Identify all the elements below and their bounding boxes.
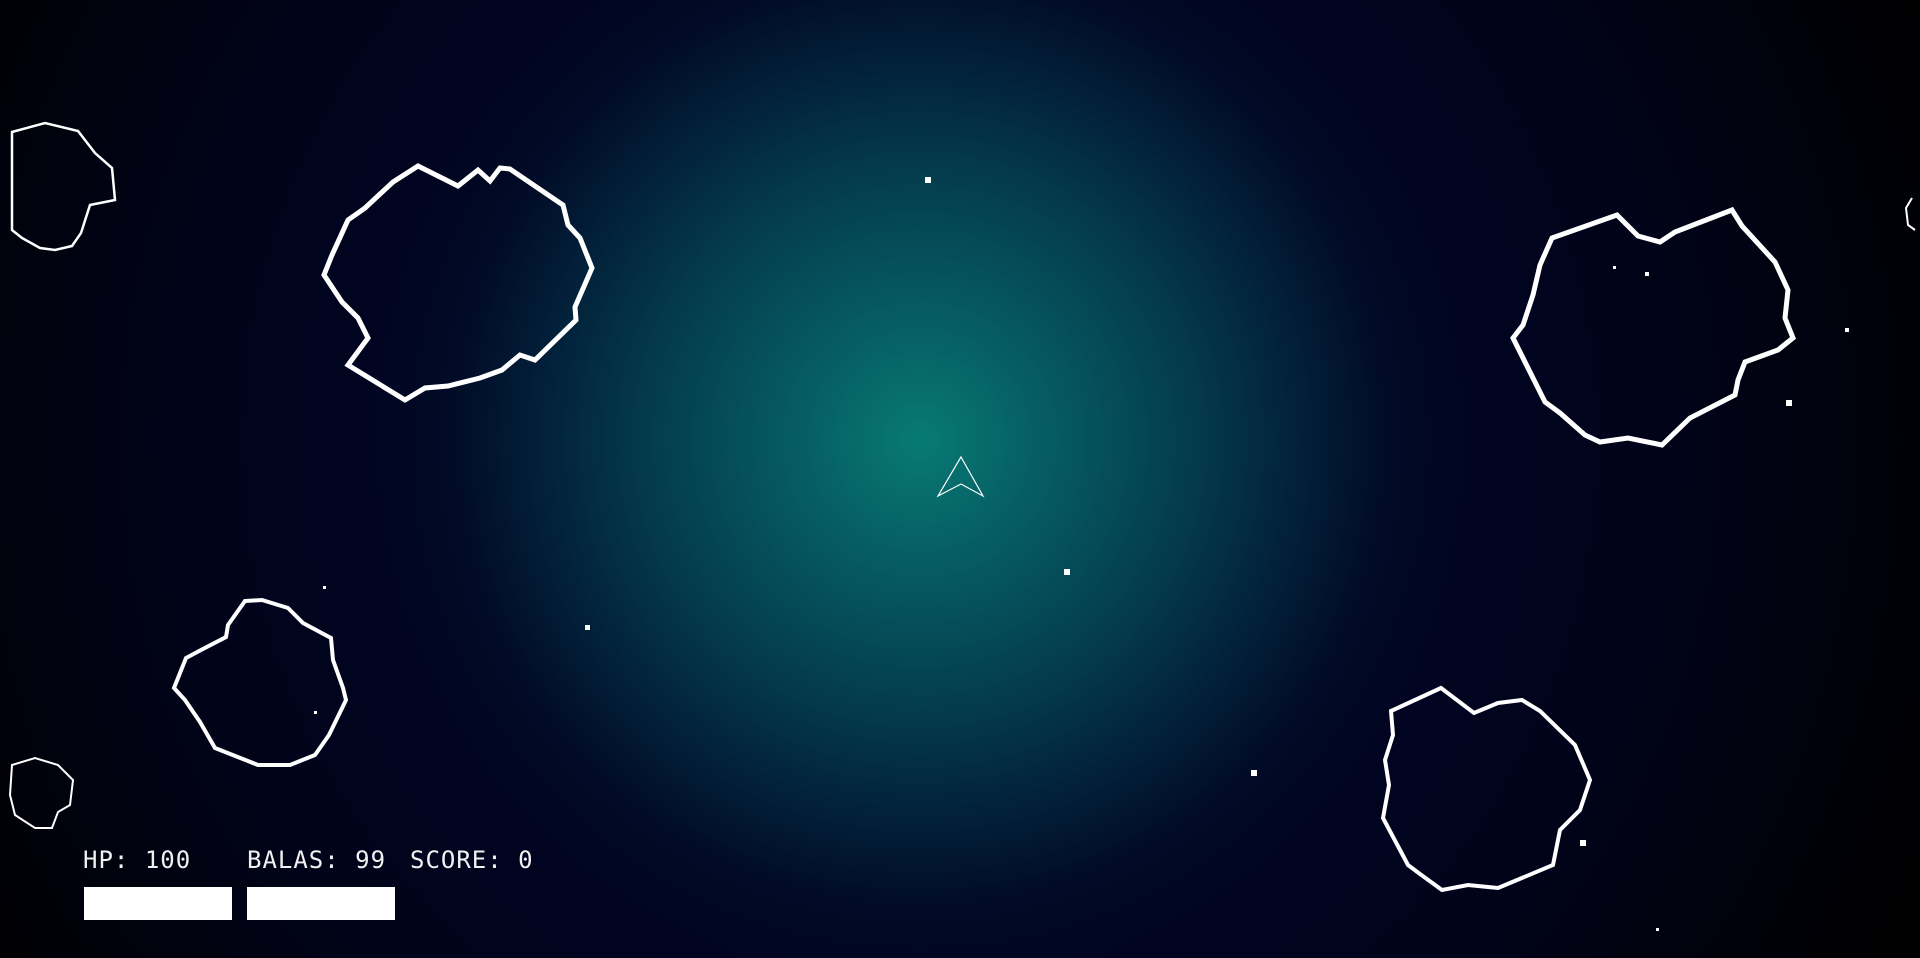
debris-particle (1845, 328, 1849, 332)
asteroid-small (10, 121, 117, 252)
debris-particle (323, 586, 326, 589)
ammo-readout: BALAS: 99 (247, 846, 386, 874)
asteroid-medium (171, 597, 349, 767)
asteroid-large (1510, 206, 1797, 448)
asteroid-small (8, 756, 75, 829)
hp-value: 100 (144, 846, 192, 874)
ammo-bar-fill (247, 887, 395, 920)
debris-particle (1786, 400, 1792, 406)
ammo-bar (247, 887, 395, 920)
ammo-value: 99 (355, 846, 387, 874)
hp-readout: HP: 100 (83, 846, 191, 874)
hp-label: HP: (83, 846, 130, 874)
score-label: SCORE: (410, 846, 503, 874)
playfield (8, 121, 1916, 931)
hp-bar (84, 887, 232, 920)
debris-particle (1580, 840, 1586, 846)
debris-particle (1613, 266, 1616, 269)
debris-particle (1251, 770, 1257, 776)
asteroid-medium (1380, 685, 1593, 893)
ammo-label: BALAS: (247, 846, 340, 874)
debris-particle (925, 177, 931, 183)
debris-particle (314, 711, 317, 714)
hp-bar-fill (84, 887, 232, 920)
asteroid-fragment (1904, 197, 1916, 231)
score-value: 0 (518, 846, 534, 874)
debris-particle (1064, 569, 1070, 575)
asteroid-large (321, 163, 595, 403)
score-readout: SCORE: 0 (410, 846, 534, 874)
hud: HP: 100 BALAS: 99 SCORE: 0 (83, 846, 583, 920)
player-ship (936, 455, 985, 498)
debris-particle (1656, 928, 1659, 931)
debris-particle (1645, 272, 1649, 276)
debris-particle (585, 625, 590, 630)
game-canvas[interactable]: HP: 100 BALAS: 99 SCORE: 0 (0, 0, 1920, 958)
